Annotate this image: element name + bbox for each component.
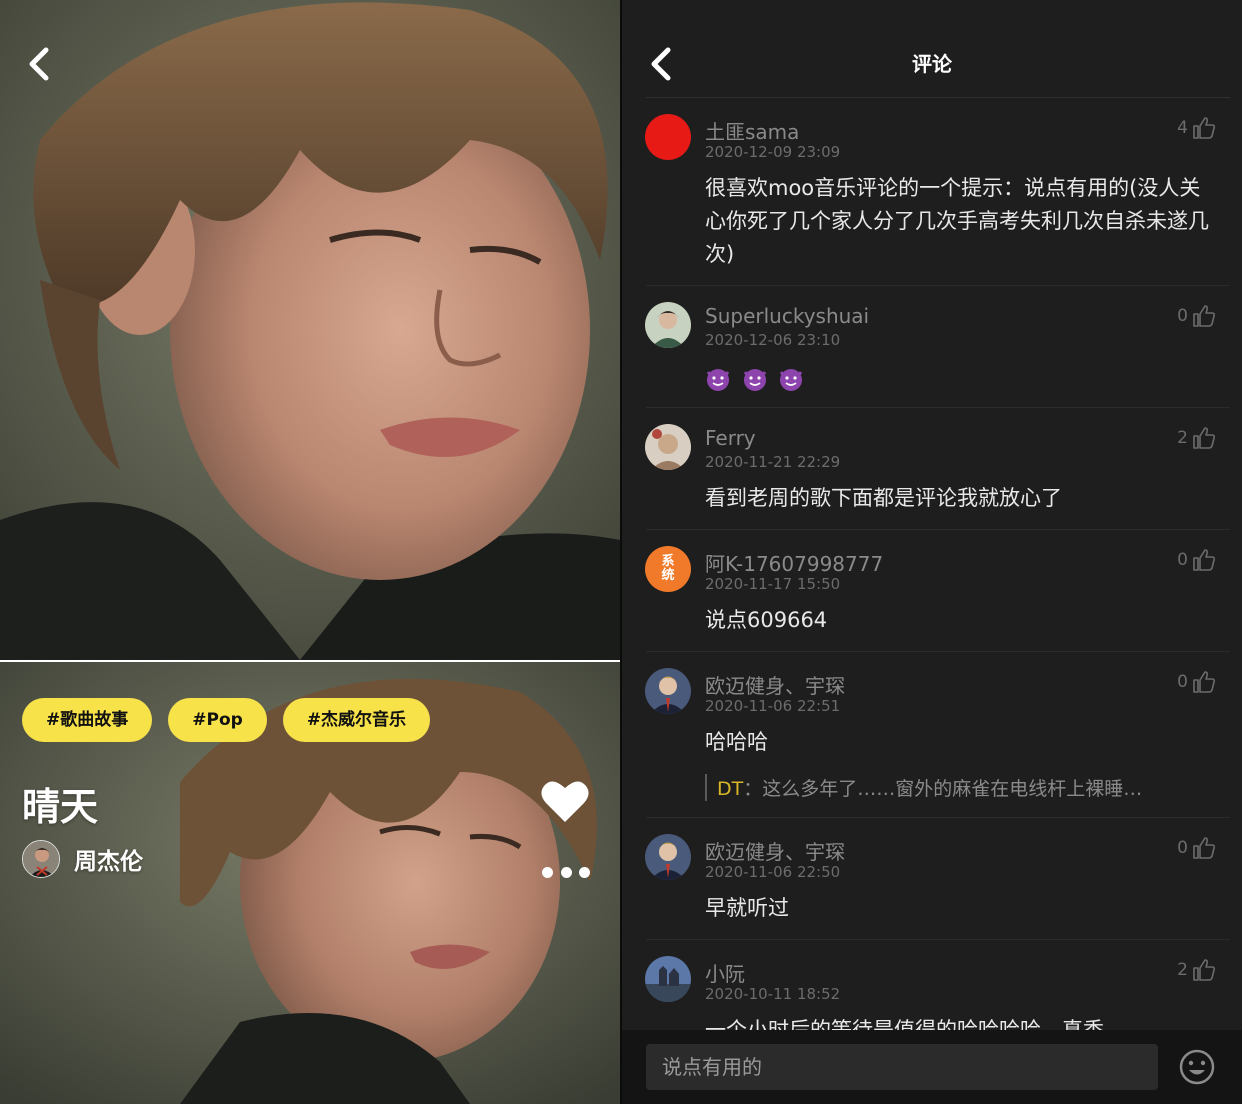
thumbs-up-icon [1193,837,1216,859]
smiling-devil-icon [743,369,766,391]
system-avatar[interactable]: 系统 [645,546,691,592]
comment-item: Ferry 2020-11-21 22:29 2 看到老周的歌下面都是评论我就放… [622,408,1242,530]
heart-icon[interactable] [540,778,590,824]
user-avatar[interactable] [645,668,691,714]
thumbs-up-icon [1193,117,1216,139]
player-panel: #歌曲故事 #Pop #杰威尔音乐 晴天 周杰伦 [0,0,620,1104]
comment-date: 2020-12-06 23:10 [705,331,841,349]
like-count: 2 [1177,428,1188,448]
artist-link[interactable]: 周杰伦 [22,840,143,878]
comment-item: 土匪sama 2020-12-09 23:09 4 很喜欢moo音乐评论的一个提… [622,98,1242,286]
comment-date: 2020-11-21 22:29 [705,453,841,471]
user-avatar[interactable] [645,302,691,348]
comment-text: 哈哈哈 [705,730,768,754]
system-avatar-label: 系统 [661,554,675,583]
like-button[interactable]: 0 [1177,836,1216,860]
comments-panel: 评论 土匪sama 2020-12-09 23:09 4 很喜欢moo音乐评论的… [622,0,1242,1104]
reply-username: DT [717,778,744,800]
tag-list: #歌曲故事 #Pop #杰威尔音乐 [22,698,431,742]
comment-text: 看到老周的歌下面都是评论我就放心了 [705,486,1062,510]
user-avatar[interactable] [645,424,691,470]
dot [542,866,553,878]
comment-item: 系统 阿K-17607998777 2020-11-17 15:50 0 说点6… [622,530,1242,652]
comment-date: 2020-11-06 22:51 [705,697,841,715]
like-button[interactable]: 2 [1177,958,1216,982]
song-title: 晴天 [22,785,99,829]
like-count: 0 [1177,550,1188,570]
comment-list: 土匪sama 2020-12-09 23:09 4 很喜欢moo音乐评论的一个提… [622,98,1242,1030]
comment-input[interactable] [646,1044,1158,1090]
more-options-icon[interactable] [542,864,590,880]
like-count: 0 [1177,672,1188,692]
smiling-devil-icon [780,369,803,391]
comments-header: 评论 [622,0,1242,98]
artist-avatar [22,840,60,878]
thumbs-up-icon [1193,549,1216,571]
user-avatar[interactable] [645,834,691,880]
comment-username[interactable]: 小阮 [705,958,745,987]
comment-text: 一个小时后的等待是值得的哈哈哈哈，真香 [705,1018,1104,1030]
dot [560,866,572,878]
comment-username[interactable]: 欧迈健身、宇琛 [705,836,845,865]
artist-name: 周杰伦 [74,849,143,875]
like-count: 0 [1177,838,1188,858]
comment-username[interactable]: 土匪sama [705,116,799,145]
tag-jvr-music[interactable]: #杰威尔音乐 [282,698,431,742]
comment-date: 2020-11-17 15:50 [705,575,841,593]
comment-text: 说点609664 [705,608,828,632]
comment-date: 2020-11-06 22:50 [705,863,841,881]
like-button[interactable]: 0 [1177,670,1216,694]
tag-song-story[interactable]: #歌曲故事 [22,698,153,742]
like-button[interactable]: 2 [1177,426,1216,450]
album-photo-top [0,0,620,660]
comment-username[interactable]: 阿K-17607998777 [705,548,883,577]
emoji-icon[interactable] [1178,1048,1216,1086]
comment-username[interactable]: Ferry [705,426,756,450]
comment-text: 早就听过 [705,896,789,920]
page-title: 评论 [912,52,952,76]
comment-item: Superluckyshuai 2020-12-06 23:10 0 [622,286,1242,408]
like-button[interactable]: 0 [1177,548,1216,572]
like-button[interactable]: 0 [1177,304,1216,328]
comment-item: 欧迈健身、宇琛 2020-11-06 22:51 0 哈哈哈 DT：这么多年了…… [622,652,1242,818]
thumbs-up-icon [1193,305,1216,327]
comment-emoji-row [705,362,1220,395]
like-button[interactable]: 4 [1177,116,1216,140]
user-avatar[interactable] [645,956,691,1002]
like-count: 2 [1177,960,1188,980]
dot [579,866,590,878]
thumbs-up-icon [1193,671,1216,693]
reply-quote[interactable]: DT：这么多年了……窗外的麻雀在电线杆上裸睡… [705,774,1220,801]
like-count: 4 [1177,118,1188,138]
like-count: 0 [1177,306,1188,326]
comment-date: 2020-10-11 18:52 [705,985,841,1003]
back-arrow-icon[interactable] [22,44,56,84]
tag-pop[interactable]: #Pop [168,698,267,742]
comment-input-bar [622,1030,1242,1104]
smiling-devil-icon [706,369,730,391]
thumbs-up-icon [1193,959,1216,981]
reply-text: ：这么多年了……窗外的麻雀在电线杆上裸睡… [743,778,1143,800]
thumbs-up-icon [1193,427,1216,449]
comment-item: 欧迈健身、宇琛 2020-11-06 22:50 0 早就听过 [622,818,1242,940]
comment-date: 2020-12-09 23:09 [705,143,841,161]
comment-username[interactable]: 欧迈健身、宇琛 [705,670,845,699]
comment-item: 小阮 2020-10-11 18:52 2 一个小时后的等待是值得的哈哈哈哈，真… [622,940,1242,1030]
comment-text: 很喜欢moo音乐评论的一个提示：说点有用的(没人关心你死了几个家人分了几次手高考… [705,176,1209,266]
user-avatar[interactable] [645,114,691,160]
comment-username[interactable]: Superluckyshuai [705,304,869,328]
